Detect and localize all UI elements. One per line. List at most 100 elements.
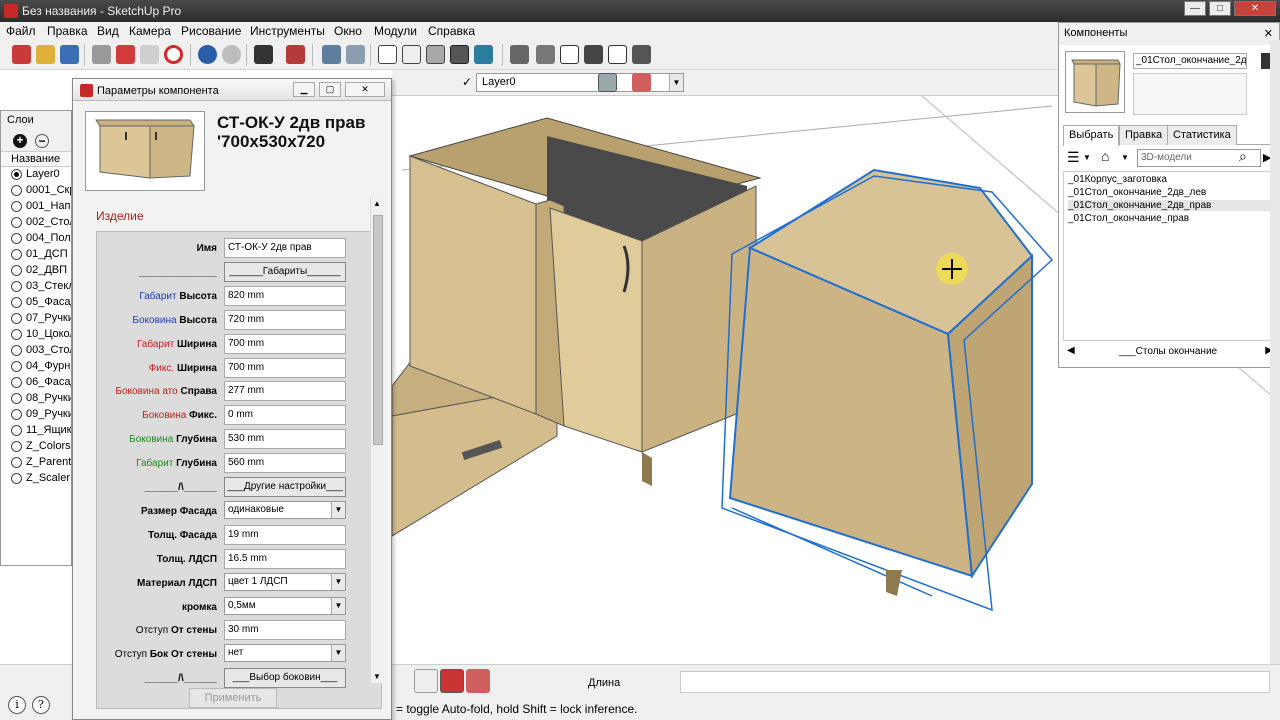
layer-active-radio[interactable] xyxy=(11,457,22,468)
list-view-icon[interactable]: ☰ xyxy=(1067,149,1080,166)
layer-row[interactable]: 11_Ящик xyxy=(1,423,71,439)
layer-active-radio[interactable] xyxy=(11,361,22,372)
parameter-input[interactable]: 19 mm xyxy=(224,524,346,545)
layer-active-radio[interactable] xyxy=(11,393,22,404)
parameter-input[interactable]: 0 mm xyxy=(224,405,346,426)
component-description-field[interactable] xyxy=(1133,73,1247,115)
open-icon[interactable] xyxy=(36,45,55,64)
parameter-select[interactable]: 0,5мм ▼ xyxy=(224,596,346,615)
erase-icon[interactable] xyxy=(164,45,183,64)
tab-select[interactable]: Выбрать xyxy=(1063,125,1120,146)
component-list-item[interactable]: _01Стол_окончание_2дв_лев xyxy=(1068,187,1206,198)
layer-row[interactable]: 03_Стекл xyxy=(1,279,71,295)
add-layer-icon[interactable]: + xyxy=(13,134,27,148)
parameter-input[interactable]: 530 mm xyxy=(224,429,346,450)
menu-window[interactable]: Окно xyxy=(334,24,362,38)
parameter-section-button[interactable]: ______Габариты______ xyxy=(224,261,346,282)
layer-row[interactable]: Z_Scaler xyxy=(1,471,71,487)
layer-active-radio[interactable] xyxy=(11,169,22,180)
search-icon[interactable]: ⌕ xyxy=(1239,148,1247,165)
minimize-button[interactable]: — xyxy=(1184,1,1206,16)
layer-row[interactable]: 09_Ручки xyxy=(1,407,71,423)
parameter-section-button[interactable]: ___Выбор боковин___ xyxy=(224,668,346,689)
front-view-icon[interactable] xyxy=(560,45,579,64)
layer-active-radio[interactable] xyxy=(11,249,22,260)
parameter-input[interactable]: 720 mm xyxy=(224,309,346,330)
parameter-input[interactable]: 700 mm xyxy=(224,357,346,378)
layer-active-radio[interactable] xyxy=(11,233,22,244)
layer-row[interactable]: 07_Ручки xyxy=(1,311,71,327)
layer-row[interactable]: Layer0 xyxy=(1,167,71,183)
layer-active-radio[interactable] xyxy=(11,185,22,196)
layer-active-radio[interactable] xyxy=(11,441,22,452)
parameter-input[interactable]: СТ-ОК-У 2дв прав xyxy=(224,238,346,258)
layer-row[interactable]: 06_Фасад xyxy=(1,375,71,391)
layer-row[interactable]: 004_Полн xyxy=(1,231,71,247)
parameter-input[interactable]: 30 mm xyxy=(224,620,346,641)
layer-active-radio[interactable] xyxy=(11,425,22,436)
save-icon[interactable] xyxy=(60,45,79,64)
view-dropdown-icon[interactable]: ▼ xyxy=(1083,153,1091,162)
component-icon[interactable] xyxy=(12,45,31,64)
layer-manager-icon[interactable] xyxy=(598,73,617,92)
layer-row[interactable]: 0001_Скр xyxy=(1,183,71,199)
copy-icon[interactable] xyxy=(140,45,159,64)
paint-icon[interactable] xyxy=(116,45,135,64)
menu-file[interactable]: Файл xyxy=(6,24,36,38)
layer-active-radio[interactable] xyxy=(11,313,22,324)
component-list-item-selected[interactable]: _01Стол_окончание_2дв_прав xyxy=(1068,200,1272,211)
hidden-line-icon[interactable] xyxy=(402,45,421,64)
tab-edit[interactable]: Правка xyxy=(1119,125,1169,145)
box-icon[interactable] xyxy=(322,45,341,64)
dialog-maximize-button[interactable]: ▢ xyxy=(319,82,341,97)
component-tool-icon[interactable] xyxy=(466,669,490,693)
dialog-close-button[interactable]: ✕ xyxy=(345,82,385,97)
layer-row[interactable]: Z_Colors xyxy=(1,439,71,455)
menu-draw[interactable]: Рисование xyxy=(181,24,241,38)
layer-row[interactable]: 001_Напр xyxy=(1,199,71,215)
layer-active-radio[interactable] xyxy=(11,201,22,212)
back-view-icon[interactable] xyxy=(608,45,627,64)
maximize-button[interactable]: □ xyxy=(1209,1,1231,16)
info-icon[interactable]: i xyxy=(8,696,26,714)
monochrome-icon[interactable] xyxy=(474,45,493,64)
layer-active-radio[interactable] xyxy=(11,377,22,388)
redo-icon[interactable] xyxy=(222,45,241,64)
layer-active-radio[interactable] xyxy=(11,297,22,308)
layer-row[interactable]: 05_Фасад xyxy=(1,295,71,311)
parameter-input[interactable]: 820 mm xyxy=(224,285,346,306)
scroll-up-icon[interactable]: ▲ xyxy=(373,199,381,208)
apply-button[interactable]: Применить xyxy=(189,688,277,708)
layer-row[interactable]: Z_Parent xyxy=(1,455,71,471)
parameter-input[interactable]: 700 mm xyxy=(224,333,346,354)
dropdown-arrow-icon[interactable]: ▼ xyxy=(669,74,683,91)
parameter-section-button[interactable]: ___Другие настройки___ xyxy=(224,477,346,497)
menu-help[interactable]: Справка xyxy=(428,24,475,38)
dropdown-arrow-icon[interactable]: ▼ xyxy=(331,573,345,590)
home-icon[interactable]: ⌂ xyxy=(1101,148,1109,164)
layer-row[interactable]: 01_ДСП xyxy=(1,247,71,263)
parameter-input[interactable]: 560 mm xyxy=(224,453,346,474)
layer-row[interactable]: 002_Стол xyxy=(1,215,71,231)
layer-row[interactable]: 003_Стол xyxy=(1,343,71,359)
dialog-scrollbar[interactable]: ▲ ▼ xyxy=(370,197,384,683)
layer-active-radio[interactable] xyxy=(11,281,22,292)
menu-tools[interactable]: Инструменты xyxy=(250,24,325,38)
layer-row[interactable]: 08_Ручки xyxy=(1,391,71,407)
layer-row[interactable]: 10_Цокол xyxy=(1,327,71,343)
shaded-icon[interactable] xyxy=(426,45,445,64)
parameter-input[interactable]: 16.5 mm xyxy=(224,548,346,569)
scrollbar-thumb[interactable] xyxy=(373,215,383,445)
tab-statistics[interactable]: Статистика xyxy=(1167,125,1237,145)
scroll-down-icon[interactable]: ▼ xyxy=(373,672,381,681)
top-view-icon[interactable] xyxy=(536,45,555,64)
wireframe-icon[interactable] xyxy=(378,45,397,64)
layer-row[interactable]: 02_ДВП xyxy=(1,263,71,279)
right-view-icon[interactable] xyxy=(584,45,603,64)
extension-icon[interactable] xyxy=(286,45,305,64)
layer-active-radio[interactable] xyxy=(11,345,22,356)
box-icon[interactable] xyxy=(346,45,365,64)
components-close-icon[interactable]: ✕ xyxy=(1264,27,1273,40)
layer-color-icon[interactable] xyxy=(632,73,651,92)
cut-icon[interactable] xyxy=(92,45,111,64)
